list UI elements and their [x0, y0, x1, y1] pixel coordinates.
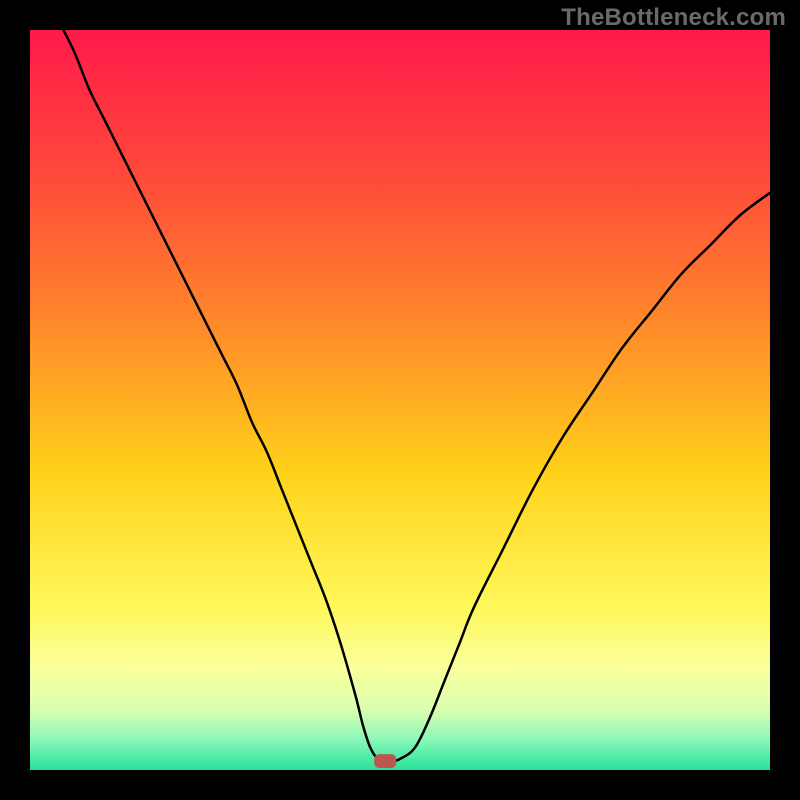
chart-frame: TheBottleneck.com [0, 0, 800, 800]
watermark-label: TheBottleneck.com [561, 4, 786, 32]
chart-svg [0, 0, 800, 800]
marker-point [374, 754, 396, 768]
plot-bg [30, 30, 770, 770]
